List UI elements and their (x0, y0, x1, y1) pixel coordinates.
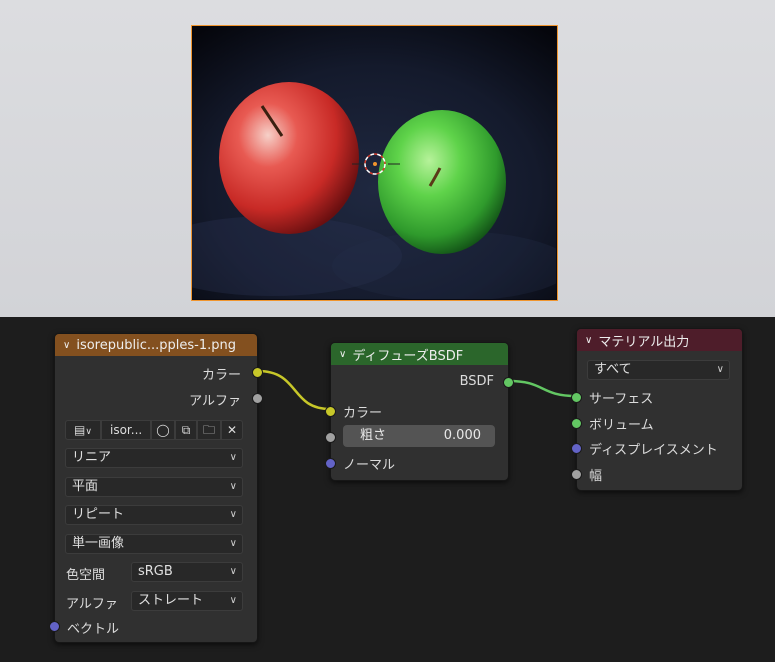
colorspace-label: 色空間 (66, 568, 106, 583)
image-node-header[interactable]: ∨ isorepublic...pples-1.png (55, 334, 257, 356)
socket-roughness-in[interactable] (325, 432, 336, 443)
image-icon: ▤ (74, 423, 86, 437)
socket-color-out[interactable] (252, 367, 263, 378)
fake-user-shield-icon[interactable]: ◯ (151, 420, 175, 440)
output-bsdf-label: BSDF (459, 374, 494, 389)
diffuse-bsdf-node[interactable]: ∨ ディフューズBSDF BSDF カラー 粗さ 0.000 ノーマル (325, 342, 514, 481)
input-surface-label: サーフェス (589, 392, 654, 407)
chevron-down-icon[interactable]: ∨ (339, 349, 346, 360)
chevron-down-icon: ∨ (229, 481, 237, 492)
chevron-down-icon[interactable]: ∨ (63, 340, 70, 351)
colorspace-dropdown[interactable]: sRGB ∨ (131, 562, 243, 582)
projection-dropdown[interactable]: 平面 ∨ (65, 477, 243, 497)
chevron-down-icon[interactable]: ∨ (585, 335, 592, 346)
roughness-value: 0.000 (443, 428, 481, 443)
chevron-down-icon: ∨ (229, 566, 237, 577)
close-icon[interactable]: ✕ (221, 420, 243, 440)
extension-dropdown[interactable]: リピート ∨ (65, 505, 243, 525)
3d-viewport[interactable] (0, 0, 775, 317)
duplicate-icon[interactable]: ⧉ (175, 420, 197, 440)
input-volume-label: ボリューム (589, 418, 654, 433)
interpolation-dropdown[interactable]: リニア ∨ (65, 448, 243, 468)
image-name-field[interactable]: isor... (101, 420, 151, 440)
image-texture-node[interactable]: ∨ isorepublic...pples-1.png カラー アルファ ▤ ∨ … (49, 333, 263, 643)
socket-displacement-in[interactable] (571, 443, 582, 454)
output-color-label: カラー (201, 368, 241, 383)
input-vector-label: ベクトル (67, 622, 120, 637)
socket-normal-in[interactable] (325, 458, 336, 469)
input-width-label: 幅 (589, 469, 603, 484)
chevron-down-icon: ∨ (85, 427, 92, 437)
input-displacement-label: ディスプレイスメント (589, 443, 718, 458)
diffuse-node-title: ディフューズBSDF (352, 348, 464, 364)
image-browse-button[interactable]: ▤∨ (65, 420, 101, 440)
folder-icon[interactable]: 🗀 (197, 420, 221, 440)
output-node-header[interactable]: ∨ マテリアル出力 (577, 329, 742, 351)
output-node-title: マテリアル出力 (598, 334, 690, 350)
socket-width-in[interactable] (571, 469, 582, 480)
chevron-down-icon: ∨ (229, 452, 237, 463)
source-dropdown[interactable]: 単一画像 ∨ (65, 534, 243, 554)
socket-volume-in[interactable] (571, 418, 582, 429)
chevron-down-icon: ∨ (716, 364, 724, 375)
socket-alpha-out[interactable] (252, 393, 263, 404)
roughness-label: 粗さ (360, 428, 387, 443)
3d-cursor-icon[interactable] (352, 152, 400, 176)
roughness-field[interactable]: 粗さ 0.000 (343, 425, 495, 447)
material-output-node[interactable]: ∨ マテリアル出力 すべて ∨ サーフェス ボリューム ディスプレイスメント 幅 (571, 328, 743, 491)
chevron-down-icon: ∨ (229, 509, 237, 520)
link-color (257, 369, 331, 411)
output-alpha-label: アルファ (189, 394, 241, 409)
chevron-down-icon: ∨ (229, 595, 237, 606)
input-normal-label: ノーマル (343, 458, 396, 473)
socket-vector-in[interactable] (49, 621, 60, 632)
socket-color-in[interactable] (325, 406, 336, 417)
image-node-title: isorepublic...pples-1.png (76, 337, 236, 353)
diffuse-node-header[interactable]: ∨ ディフューズBSDF (331, 343, 508, 365)
alpha-mode-dropdown[interactable]: ストレート ∨ (131, 591, 243, 611)
chevron-down-icon: ∨ (229, 538, 237, 549)
node-editor[interactable]: ∨ isorepublic...pples-1.png カラー アルファ ▤ ∨ … (0, 317, 775, 662)
target-dropdown[interactable]: すべて ∨ (587, 360, 730, 380)
alpha-mode-label: アルファ (66, 597, 118, 612)
input-color-label: カラー (343, 406, 383, 421)
socket-surface-in[interactable] (571, 392, 582, 403)
socket-bsdf-out[interactable] (503, 377, 514, 388)
link-shader (508, 379, 577, 398)
